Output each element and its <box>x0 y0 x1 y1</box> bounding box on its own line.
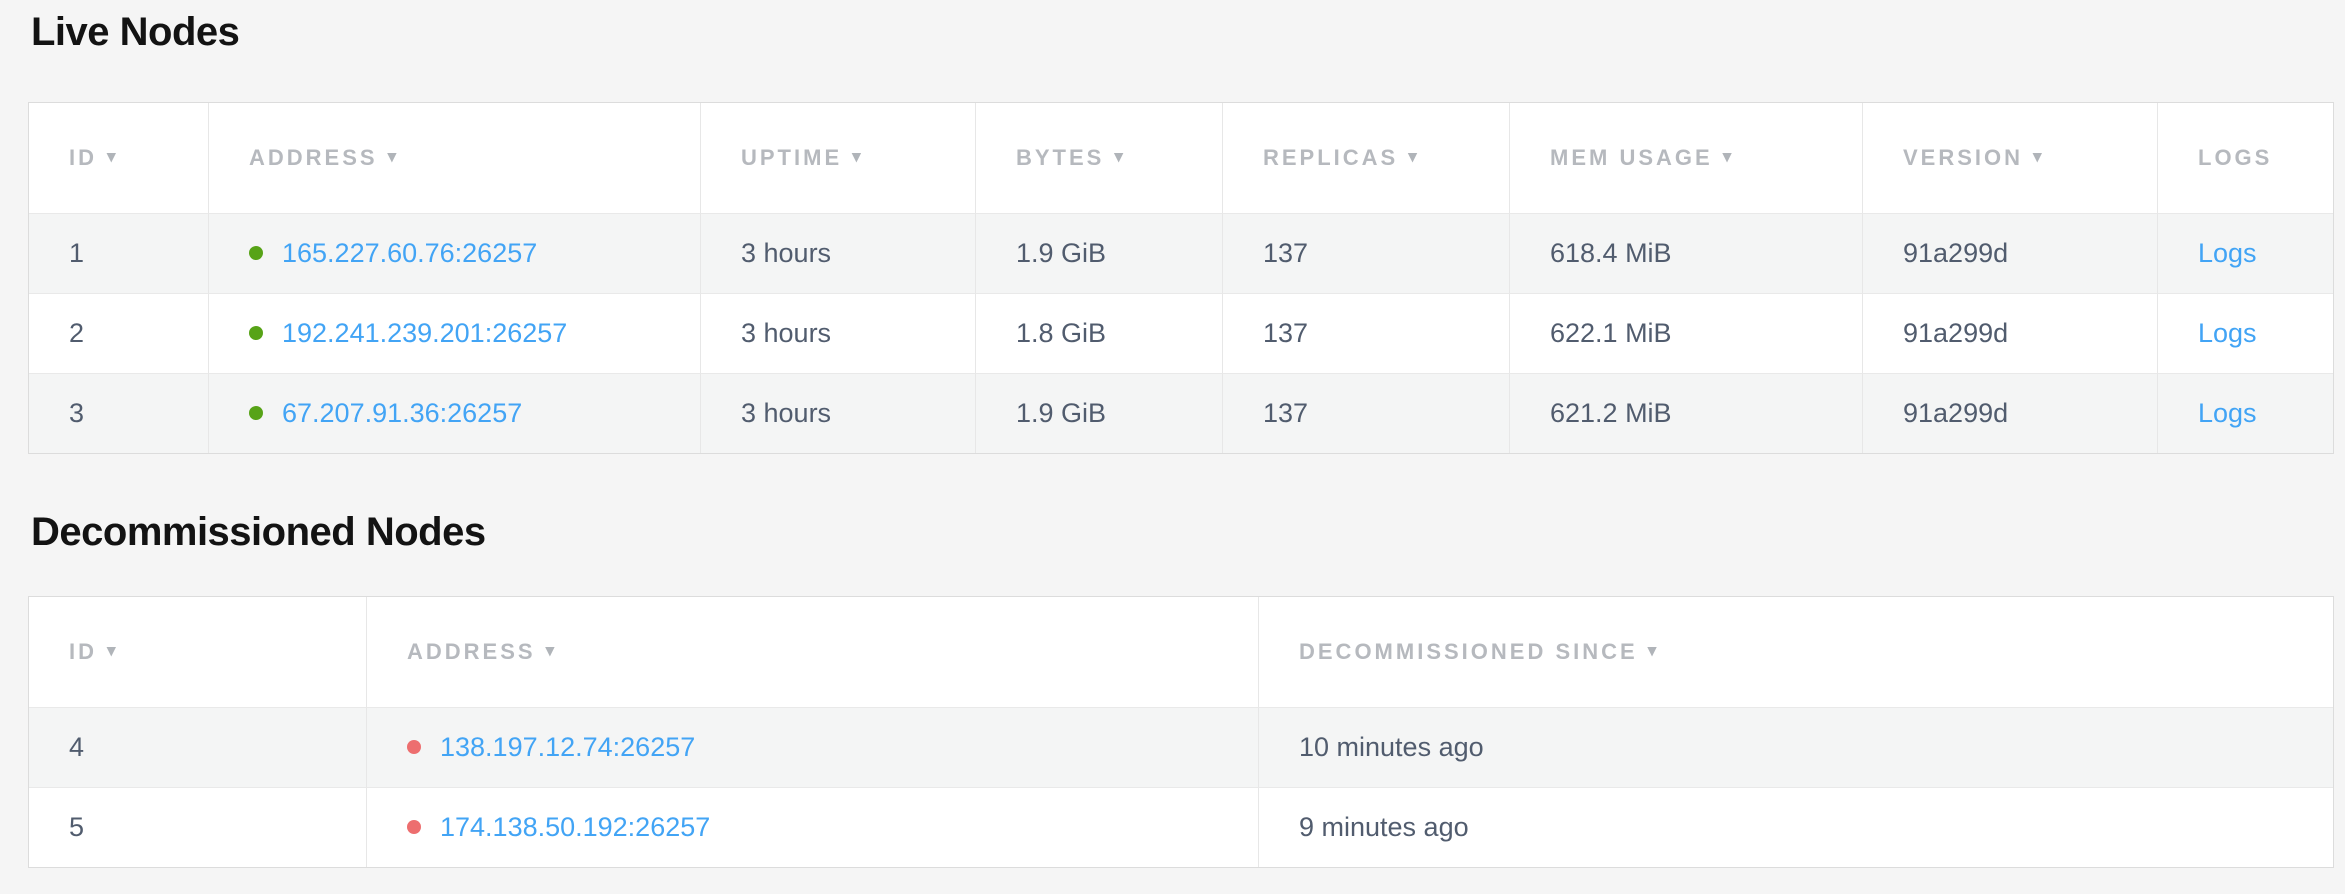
decommissioned-since-cell: 10 minutes ago <box>1258 707 2333 787</box>
logs-link[interactable]: Logs <box>2198 398 2257 428</box>
column-header-decommissioned-since[interactable]: DECOMMISSIONED SINCE▾ <box>1258 597 2333 707</box>
version-cell: 91a299d <box>1862 293 2157 373</box>
live-node-row: 1 165.227.60.76:26257 3 hours 1.9 GiB 13… <box>29 213 2333 293</box>
sort-arrow-icon: ▾ <box>546 641 558 661</box>
node-id-cell: 3 <box>29 373 208 453</box>
decommissioned-node-row: 4 138.197.12.74:26257 10 minutes ago <box>29 707 2333 787</box>
live-node-row: 3 67.207.91.36:26257 3 hours 1.9 GiB 137… <box>29 373 2333 453</box>
bytes-cell: 1.9 GiB <box>975 213 1222 293</box>
live-node-row: 2 192.241.239.201:26257 3 hours 1.8 GiB … <box>29 293 2333 373</box>
column-header-version[interactable]: VERSION▾ <box>1862 103 2157 213</box>
live-status-icon <box>249 406 263 420</box>
node-address-cell: 174.138.50.192:26257 <box>366 787 1258 867</box>
node-address-cell: 192.241.239.201:26257 <box>208 293 700 373</box>
version-cell: 91a299d <box>1862 373 2157 453</box>
node-address-cell: 165.227.60.76:26257 <box>208 213 700 293</box>
column-header-bytes[interactable]: BYTES▾ <box>975 103 1222 213</box>
decommissioned-node-row: 5 174.138.50.192:26257 9 minutes ago <box>29 787 2333 867</box>
logs-link[interactable]: Logs <box>2198 238 2257 268</box>
decommissioned-header-row: ID▾ ADDRESS▾ DECOMMISSIONED SINCE▾ <box>29 597 2333 707</box>
sort-arrow-icon: ▾ <box>1114 147 1126 167</box>
bytes-cell: 1.9 GiB <box>975 373 1222 453</box>
logs-cell: Logs <box>2157 293 2333 373</box>
live-status-icon <box>249 326 263 340</box>
address-link[interactable]: 174.138.50.192:26257 <box>440 812 710 842</box>
column-header-id[interactable]: ID▾ <box>29 597 366 707</box>
column-header-address[interactable]: ADDRESS▾ <box>208 103 700 213</box>
node-id-cell: 4 <box>29 707 366 787</box>
logs-cell: Logs <box>2157 213 2333 293</box>
live-nodes-header-row: ID▾ ADDRESS▾ UPTIME▾ BYTES▾ REPLICAS▾ ME… <box>29 103 2333 213</box>
live-status-icon <box>249 246 263 260</box>
address-link[interactable]: 192.241.239.201:26257 <box>282 318 567 348</box>
node-id-cell: 2 <box>29 293 208 373</box>
decommissioned-nodes-title: Decommissioned Nodes <box>31 508 2332 556</box>
live-nodes-title: Live Nodes <box>31 8 2332 56</box>
column-header-logs: LOGS <box>2157 103 2333 213</box>
sort-arrow-icon: ▾ <box>2033 147 2045 167</box>
logs-cell: Logs <box>2157 373 2333 453</box>
column-header-replicas[interactable]: REPLICAS▾ <box>1222 103 1509 213</box>
mem-usage-cell: 622.1 MiB <box>1509 293 1862 373</box>
decommissioned-since-cell: 9 minutes ago <box>1258 787 2333 867</box>
version-cell: 91a299d <box>1862 213 2157 293</box>
sort-arrow-icon: ▾ <box>107 641 119 661</box>
live-nodes-table: ID▾ ADDRESS▾ UPTIME▾ BYTES▾ REPLICAS▾ ME… <box>28 102 2334 454</box>
mem-usage-cell: 618.4 MiB <box>1509 213 1862 293</box>
uptime-cell: 3 hours <box>700 373 975 453</box>
node-id-cell: 1 <box>29 213 208 293</box>
nodes-page: Live Nodes ID▾ ADDRESS▾ UPTIME▾ BYTES▾ <box>0 8 2345 868</box>
sort-arrow-icon: ▾ <box>1408 147 1420 167</box>
column-header-address[interactable]: ADDRESS▾ <box>366 597 1258 707</box>
address-link[interactable]: 67.207.91.36:26257 <box>282 398 522 428</box>
bytes-cell: 1.8 GiB <box>975 293 1222 373</box>
replicas-cell: 137 <box>1222 293 1509 373</box>
sort-arrow-icon: ▾ <box>107 147 119 167</box>
decommissioned-status-icon <box>407 740 421 754</box>
column-header-uptime[interactable]: UPTIME▾ <box>700 103 975 213</box>
decommissioned-nodes-table: ID▾ ADDRESS▾ DECOMMISSIONED SINCE▾ 4 138… <box>28 596 2334 868</box>
decommissioned-status-icon <box>407 820 421 834</box>
address-link[interactable]: 165.227.60.76:26257 <box>282 238 537 268</box>
uptime-cell: 3 hours <box>700 213 975 293</box>
address-link[interactable]: 138.197.12.74:26257 <box>440 732 695 762</box>
replicas-cell: 137 <box>1222 373 1509 453</box>
sort-arrow-icon: ▾ <box>388 147 400 167</box>
node-id-cell: 5 <box>29 787 366 867</box>
column-header-mem-usage[interactable]: MEM USAGE▾ <box>1509 103 1862 213</box>
sort-arrow-icon: ▾ <box>852 147 864 167</box>
sort-arrow-icon: ▾ <box>1648 641 1660 661</box>
sort-arrow-icon: ▾ <box>1723 147 1735 167</box>
node-address-cell: 138.197.12.74:26257 <box>366 707 1258 787</box>
replicas-cell: 137 <box>1222 213 1509 293</box>
mem-usage-cell: 621.2 MiB <box>1509 373 1862 453</box>
uptime-cell: 3 hours <box>700 293 975 373</box>
column-header-id[interactable]: ID▾ <box>29 103 208 213</box>
node-address-cell: 67.207.91.36:26257 <box>208 373 700 453</box>
logs-link[interactable]: Logs <box>2198 318 2257 348</box>
